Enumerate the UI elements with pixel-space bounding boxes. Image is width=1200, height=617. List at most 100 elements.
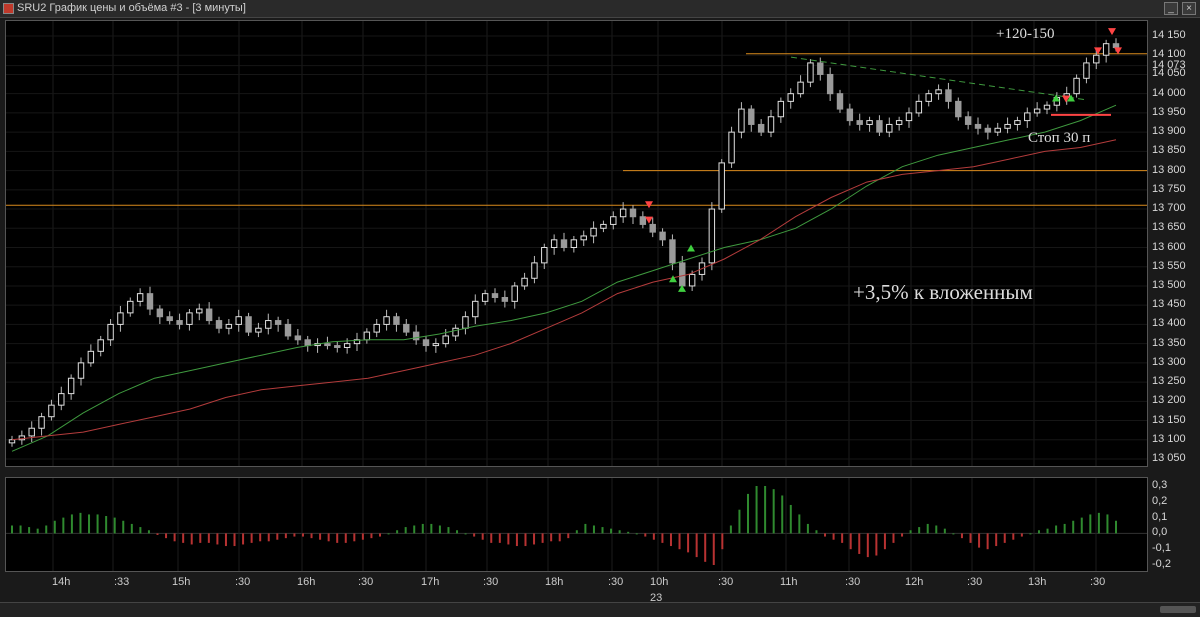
oscillator-bar (130, 523, 133, 534)
candle-body (284, 323, 292, 337)
candle-body (619, 208, 627, 218)
candle-body (708, 208, 716, 264)
candle-body (807, 62, 814, 83)
oscillator-bar (644, 533, 647, 537)
oscillator-bar (224, 533, 227, 547)
oscillator-bar (806, 523, 809, 534)
oscillator-bar (182, 533, 185, 543)
candle-body (787, 93, 794, 102)
oscillator-bar (190, 533, 193, 545)
candle-body (215, 320, 223, 329)
oscillator-bar (207, 533, 210, 543)
time-tick-label: 17h (421, 576, 440, 588)
candle-body (945, 89, 952, 102)
price-tick-label: 13 950 (1152, 105, 1186, 118)
oscillator-bar (473, 533, 476, 537)
oscillator-chart[interactable] (6, 478, 1147, 571)
candle-body (58, 393, 65, 406)
oscillator-bar (627, 531, 630, 534)
oscillator-bar (327, 533, 330, 542)
candle-body (235, 316, 242, 325)
oscillator-bar (524, 533, 527, 547)
candle-body (1014, 120, 1021, 125)
oscillator-bar (310, 533, 313, 539)
oscillator-bar (943, 528, 946, 534)
oscillator-bar (1115, 520, 1117, 534)
candle-body (363, 331, 371, 341)
oscillator-bar (952, 533, 955, 535)
oscillator-bar (592, 525, 595, 534)
scrollbar-thumb[interactable] (1160, 606, 1196, 613)
price-tick-label: 13 100 (1152, 432, 1186, 445)
candle-body (343, 343, 351, 348)
oscillator-bar (361, 533, 364, 540)
oscillator-bar (841, 533, 844, 543)
candle-body (166, 316, 173, 322)
oscillator-bar (738, 509, 741, 534)
oscillator-bar (866, 533, 869, 558)
candle-body (836, 93, 844, 110)
candle-body (856, 120, 863, 125)
price-chart[interactable] (6, 21, 1147, 466)
candle-body (1073, 77, 1080, 95)
candle-body (136, 293, 144, 302)
oscillator-bar (1063, 523, 1066, 534)
oscillator-bar (139, 527, 142, 534)
candle-body (669, 239, 676, 264)
oscillator-bar (233, 533, 236, 547)
candle-body (797, 81, 804, 95)
candle-body (639, 216, 647, 225)
oscillator-bar (1046, 528, 1049, 534)
oscillator-tick-label: -0,2 (1152, 558, 1171, 570)
oscillator-bar (875, 533, 878, 556)
oscillator-bar (173, 533, 176, 542)
oscillator-bar (935, 525, 938, 534)
price-chart-panel[interactable] (5, 20, 1148, 467)
candle-body (1043, 104, 1051, 110)
candle-body (1024, 112, 1031, 122)
oscillator-bar (165, 533, 168, 539)
window-titlebar: SRU2 График цены и объёма #3 - [3 минуты… (0, 0, 1200, 18)
close-button[interactable]: × (1182, 2, 1196, 15)
oscillator-bar (353, 533, 356, 542)
oscillator-tick-label: 0,1 (1152, 510, 1168, 523)
price-tick-label: 13 150 (1152, 413, 1186, 426)
oscillator-bar (815, 530, 818, 534)
oscillator-bar (1037, 530, 1040, 534)
horizontal-scrollbar[interactable] (0, 602, 1200, 617)
candle-body (905, 112, 913, 122)
oscillator-bar (259, 533, 262, 542)
oscillator-bar (687, 533, 690, 553)
candle-body (511, 285, 518, 302)
price-tick-label: 14 150 (1152, 29, 1186, 41)
oscillator-tick-label: -0,1 (1152, 542, 1171, 555)
oscillator-bar (1097, 512, 1100, 534)
candle-body (541, 247, 548, 264)
candle-body (629, 208, 637, 218)
candle-body (491, 293, 499, 298)
candle-body (186, 312, 193, 325)
oscillator-bar (79, 512, 82, 534)
minimize-button[interactable]: _ (1164, 2, 1178, 15)
oscillator-bar (567, 533, 570, 539)
window-title: SRU2 График цены и объёма #3 - [3 минуты… (17, 2, 246, 14)
candle-body (442, 335, 449, 345)
oscillator-panel[interactable] (5, 477, 1148, 572)
price-tick-label: 13 350 (1152, 336, 1186, 349)
candle-body (550, 239, 558, 249)
oscillator-tick-label: 0,0 (1152, 526, 1168, 539)
oscillator-bar (96, 514, 99, 534)
candle-body (48, 404, 55, 418)
oscillator-bar (652, 533, 655, 540)
oscillator-bar (396, 530, 399, 534)
oscillator-bar (147, 530, 150, 534)
price-tick-label: 13 500 (1152, 278, 1186, 291)
candle-body (738, 108, 745, 133)
oscillator-bar (978, 533, 981, 548)
oscillator-bar (430, 523, 433, 534)
oscillator-bar (1106, 514, 1109, 534)
app-icon (3, 3, 14, 14)
candle-body (826, 73, 834, 95)
candle-body (1004, 123, 1011, 129)
candle-body (935, 89, 942, 95)
